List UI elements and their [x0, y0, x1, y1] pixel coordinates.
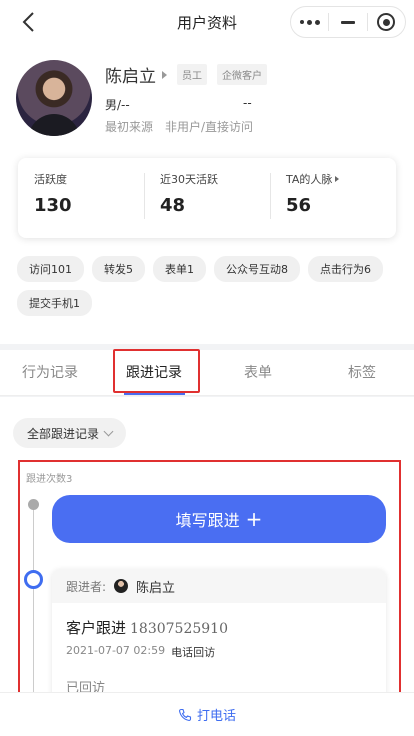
caret-right-icon [335, 176, 340, 182]
back-arrow-icon[interactable] [16, 9, 42, 35]
write-followup-button[interactable]: 填写跟进 + [52, 495, 386, 543]
name-row: 陈启立 员工 企微客户 [105, 62, 267, 87]
stat-connections[interactable]: TA的人脉 56 [270, 169, 396, 227]
mini-program-capsule [290, 6, 406, 38]
chip-official-account[interactable]: 公众号互动8 [214, 256, 300, 282]
timeline-line [33, 506, 34, 696]
tag-wecom-customer: 企微客户 [217, 64, 267, 85]
nav-bar: 用户资料 [0, 0, 414, 44]
timeline-dot [28, 499, 39, 510]
followup-count: 跟进次数3 [26, 474, 73, 485]
tab-behavior[interactable]: 行为记录 [22, 362, 78, 382]
close-mini-program-button[interactable] [368, 7, 405, 37]
stat-label: 近30天活跃 [160, 173, 218, 186]
plus-icon: + [245, 507, 263, 531]
record-title: 客户跟进 [66, 619, 127, 637]
user-name: 陈启立 [105, 67, 156, 87]
source-value: 非用户/直接访问 [165, 120, 254, 134]
stat-value: 48 [160, 195, 186, 216]
avatar [16, 60, 92, 136]
more-dots-icon [299, 19, 320, 25]
tab-tags[interactable]: 标签 [348, 362, 376, 382]
followup-filter-dropdown[interactable]: 全部跟进记录 [13, 418, 127, 448]
record-time: 2021-07-07 02:59 [66, 644, 166, 657]
active-tab-indicator [124, 393, 185, 395]
tab-bar: 行为记录 跟进记录 表单 标签 [0, 350, 414, 396]
record-meta: 2021-07-07 02:59 电话回访 [66, 644, 215, 660]
page-title: 用户资料 [176, 13, 237, 32]
record-header: 跟进者: 陈启立 [52, 569, 386, 603]
annotation-highlight-tab [113, 349, 200, 393]
profile-section: 陈启立 员工 企微客户 男/-- -- 最初来源 非用户/直接访问 活跃度 13… [0, 44, 414, 344]
record-phone: 18307525910 [130, 621, 228, 637]
stat-label: 活跃度 [34, 173, 67, 186]
chip-phone-submit[interactable]: 提交手机1 [17, 290, 92, 316]
followup-record-card[interactable]: 跟进者: 陈启立 客户跟进 18307525910 2021-07-07 02:… [52, 569, 386, 709]
chip-visits[interactable]: 访问101 [17, 256, 84, 282]
behavior-chips: 访问101 转发5 表单1 公众号互动8 点击行为6 提交手机1 [17, 256, 397, 316]
follower-avatar [114, 579, 129, 593]
timeline-dot-active [24, 570, 43, 589]
stat-30day-activity: 近30天活跃 48 [144, 169, 270, 227]
follower-name: 陈启立 [136, 580, 176, 596]
more-menu-button[interactable] [291, 7, 328, 37]
source-label: 最初来源 [105, 120, 154, 134]
call-label: 打电话 [196, 709, 236, 724]
stat-label: TA的人脉 [286, 173, 333, 186]
caret-right-icon [162, 70, 167, 79]
follower-label: 跟进者: [66, 579, 107, 594]
phone-icon [178, 708, 192, 721]
tab-forms[interactable]: 表单 [244, 362, 272, 382]
chip-clicks[interactable]: 点击行为6 [308, 256, 383, 282]
stat-value: 56 [286, 195, 312, 216]
chip-forms[interactable]: 表单1 [153, 256, 206, 282]
gender-extra-text: -- [243, 96, 252, 110]
record-title-row: 客户跟进 18307525910 [66, 617, 228, 638]
chevron-down-icon [103, 426, 114, 436]
minus-icon [340, 20, 355, 24]
source-line: 最初来源 非用户/直接访问 [105, 118, 253, 135]
chip-shares[interactable]: 转发5 [92, 256, 145, 282]
filter-label: 全部跟进记录 [27, 426, 100, 441]
stat-activity: 活跃度 130 [18, 169, 144, 227]
stats-card: 活跃度 130 近30天活跃 48 TA的人脉 56 [18, 158, 396, 238]
stat-value: 130 [34, 195, 72, 216]
target-circle-icon [377, 13, 396, 31]
call-button[interactable]: 打电话 [0, 692, 414, 736]
minimize-button[interactable] [329, 7, 366, 37]
tag-employee: 员工 [177, 64, 207, 85]
write-followup-label: 填写跟进 [175, 511, 240, 530]
record-type: 电话回访 [171, 646, 216, 659]
gender-text: 男/-- [105, 98, 130, 112]
